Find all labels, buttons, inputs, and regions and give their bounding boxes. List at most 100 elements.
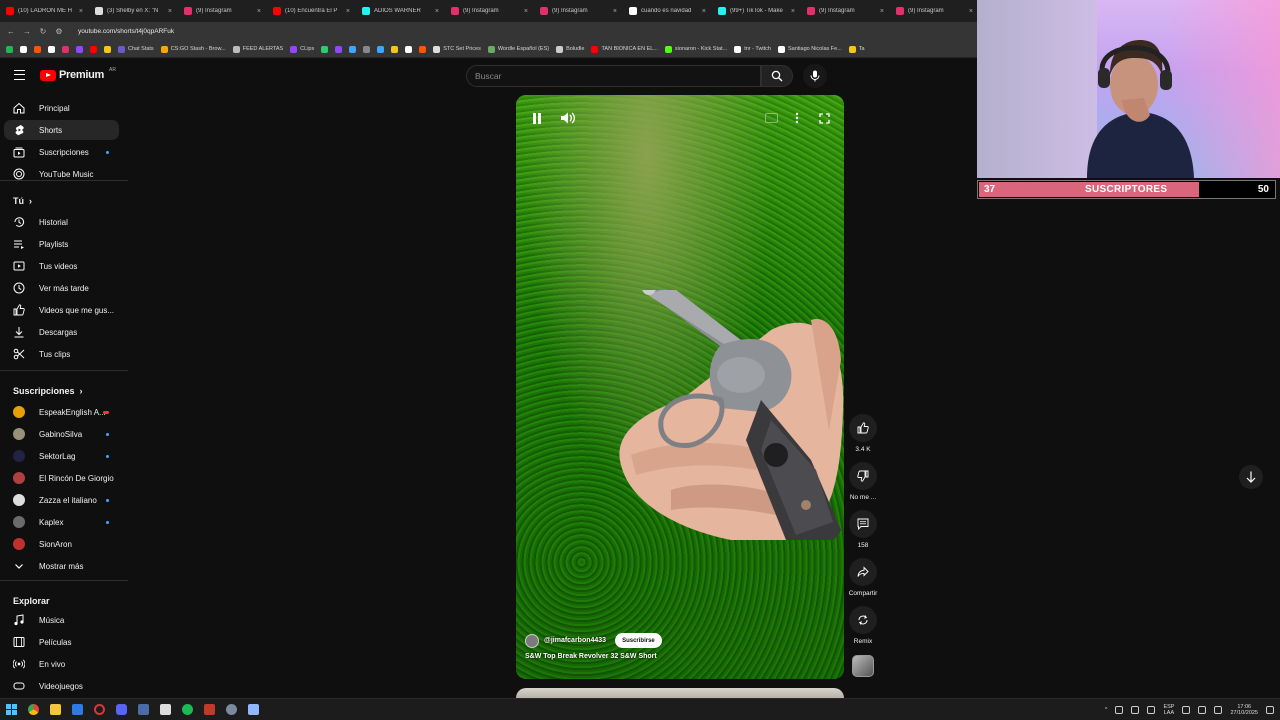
browser-tab[interactable]: (10) Encuentra El P × xyxy=(267,1,356,21)
bookmark-item[interactable]: TAN BIONICA EN EL... xyxy=(591,45,658,53)
tray-app2-icon[interactable] xyxy=(1131,706,1140,714)
bookmark-item[interactable] xyxy=(419,45,427,53)
sidebar-subscription[interactable]: Kaplex xyxy=(4,512,119,532)
opera-taskbar-icon[interactable] xyxy=(88,699,110,720)
reload-icon[interactable]: ↻ xyxy=(38,27,48,36)
clock[interactable]: 17:06 27/10/2025 xyxy=(1230,704,1258,716)
bookmark-item[interactable] xyxy=(62,45,69,53)
tab-close-icon[interactable]: × xyxy=(257,8,261,15)
browser-tab[interactable]: (9) Instagram × xyxy=(178,1,267,21)
tool-taskbar-icon[interactable] xyxy=(154,699,176,720)
sidebar-subscription[interactable]: SionAron xyxy=(4,534,119,554)
obs-taskbar-icon[interactable] xyxy=(198,699,220,720)
bookmark-item[interactable] xyxy=(76,45,83,53)
browser-tab[interactable]: (9) Instagram × xyxy=(534,1,623,21)
bookmark-item[interactable]: sionaron - Kick Stat... xyxy=(664,45,727,53)
spotify-taskbar-icon[interactable] xyxy=(176,699,198,720)
tray-app-icon[interactable] xyxy=(1115,706,1124,714)
bookmark-item[interactable]: CS:GO Stash - Brow... xyxy=(160,45,226,53)
tab-close-icon[interactable]: × xyxy=(79,8,83,15)
tab-close-icon[interactable]: × xyxy=(524,8,528,15)
start-button[interactable] xyxy=(0,699,22,720)
folder-taskbar-icon[interactable] xyxy=(44,699,66,720)
channel-avatar[interactable] xyxy=(525,633,539,648)
chrome-taskbar-icon[interactable] xyxy=(22,699,44,720)
browser-tab[interactable]: (3) Shelby en X: "N × xyxy=(89,1,178,21)
tab-close-icon[interactable]: × xyxy=(613,8,617,15)
language-indicator[interactable]: ESP LAA xyxy=(1163,704,1174,716)
bookmark-item[interactable]: STC Set Prices xyxy=(433,45,481,53)
bookmark-item[interactable]: Santiago Nicolas Fe... xyxy=(777,45,842,53)
browser-tab[interactable]: (9) Instagram × xyxy=(890,1,977,21)
network-icon[interactable] xyxy=(1182,706,1191,714)
bookmark-item[interactable]: Wordle Español (ES) xyxy=(487,45,549,53)
comments-button[interactable] xyxy=(849,510,877,538)
sound-thumbnail[interactable] xyxy=(852,655,874,677)
tab-close-icon[interactable]: × xyxy=(880,8,884,15)
speaker-icon[interactable] xyxy=(1198,706,1207,714)
tab-close-icon[interactable]: × xyxy=(702,8,706,15)
tab-close-icon[interactable]: × xyxy=(435,8,439,15)
bookmark-item[interactable]: Ta xyxy=(848,45,865,53)
settings-taskbar-icon[interactable] xyxy=(220,699,242,720)
sidebar-subscription[interactable]: GabinoSilva xyxy=(4,424,119,444)
browser-tab[interactable]: cuando es navidad × xyxy=(623,1,712,21)
browser-tab[interactable]: (99+) TikTok - Make × xyxy=(712,1,801,21)
bookmark-item[interactable] xyxy=(104,45,111,53)
bookmark-item[interactable] xyxy=(377,45,385,53)
sidebar-item-history[interactable]: Historial xyxy=(4,212,119,232)
sidebar-subscription[interactable]: Zazza el italiano xyxy=(4,490,119,510)
sidebar-subscriptions-heading[interactable]: Suscripciones › xyxy=(13,386,83,396)
sidebar-item-shorts[interactable]: Shorts xyxy=(4,120,119,140)
bookmark-item[interactable] xyxy=(349,45,357,53)
back-icon[interactable]: ← xyxy=(6,27,16,36)
browser-tab[interactable]: (9) Instagram × xyxy=(445,1,534,21)
menu-icon[interactable] xyxy=(14,70,25,80)
subscribe-button[interactable]: Suscribirse xyxy=(615,633,662,648)
tray-app3-icon[interactable] xyxy=(1147,706,1156,714)
tab-close-icon[interactable]: × xyxy=(969,8,973,15)
tab-close-icon[interactable]: × xyxy=(346,8,350,15)
sidebar-explore-item[interactable]: Videojuegos xyxy=(4,676,119,696)
gamepad-taskbar-icon[interactable] xyxy=(242,699,264,720)
bookmark-item[interactable] xyxy=(391,45,399,53)
sidebar-item-video[interactable]: Tus videos xyxy=(4,256,119,276)
sidebar-item-download[interactable]: Descargas xyxy=(4,322,119,342)
search-input[interactable]: Buscar xyxy=(466,65,761,87)
url-field[interactable]: youtube.com/shorts/t4j0qpARFuk xyxy=(78,28,174,35)
tab-close-icon[interactable]: × xyxy=(791,8,795,15)
site-info-icon[interactable]: ⚙ xyxy=(54,27,64,36)
browser-tab[interactable]: ADIOS WARNER × xyxy=(356,1,445,21)
fullscreen-button[interactable] xyxy=(813,107,835,129)
sidebar-explore-item[interactable]: Películas xyxy=(4,632,119,652)
bookmark-item[interactable] xyxy=(321,45,329,53)
tray-chevron-icon[interactable]: ^ xyxy=(1105,707,1108,713)
sidebar-subscription[interactable]: EspeakEnglish A... xyxy=(4,402,119,422)
forward-icon[interactable]: → xyxy=(22,27,32,36)
notifications-icon[interactable] xyxy=(1266,706,1274,714)
tab-close-icon[interactable]: × xyxy=(168,8,172,15)
voice-search-button[interactable] xyxy=(803,64,827,88)
bookmark-item[interactable] xyxy=(6,45,13,53)
sidebar-item-like[interactable]: Videos que me gus... xyxy=(4,300,119,320)
volume-button[interactable] xyxy=(557,107,579,129)
short-video-player[interactable]: @jimafcarbon4433 Suscribirse S&W Top Bre… xyxy=(516,95,844,679)
search-button[interactable] xyxy=(761,65,793,87)
bookmark-item[interactable]: Chat Stats xyxy=(118,45,154,53)
dislike-button[interactable] xyxy=(849,462,877,490)
channel-name[interactable]: @jimafcarbon4433 xyxy=(544,637,606,644)
remix-button[interactable] xyxy=(849,606,877,634)
youtube-logo[interactable]: Premium AR xyxy=(40,67,116,81)
sidebar-explore-item[interactable]: Música xyxy=(4,610,119,630)
sidebar-item-clock[interactable]: Ver más tarde xyxy=(4,278,119,298)
pause-button[interactable] xyxy=(526,107,548,129)
monitor-taskbar-icon[interactable] xyxy=(132,699,154,720)
battery-icon[interactable] xyxy=(1214,706,1223,714)
like-button[interactable] xyxy=(849,414,877,442)
sidebar-explore-item[interactable]: En vivo xyxy=(4,654,119,674)
sidebar-item-scissors[interactable]: Tus clips xyxy=(4,344,119,364)
bookmark-item[interactable] xyxy=(335,45,343,53)
sidebar-item-principal[interactable]: Principal xyxy=(4,98,119,118)
bookmark-item[interactable] xyxy=(90,45,97,53)
show-more-button[interactable]: Mostrar más xyxy=(4,556,119,576)
